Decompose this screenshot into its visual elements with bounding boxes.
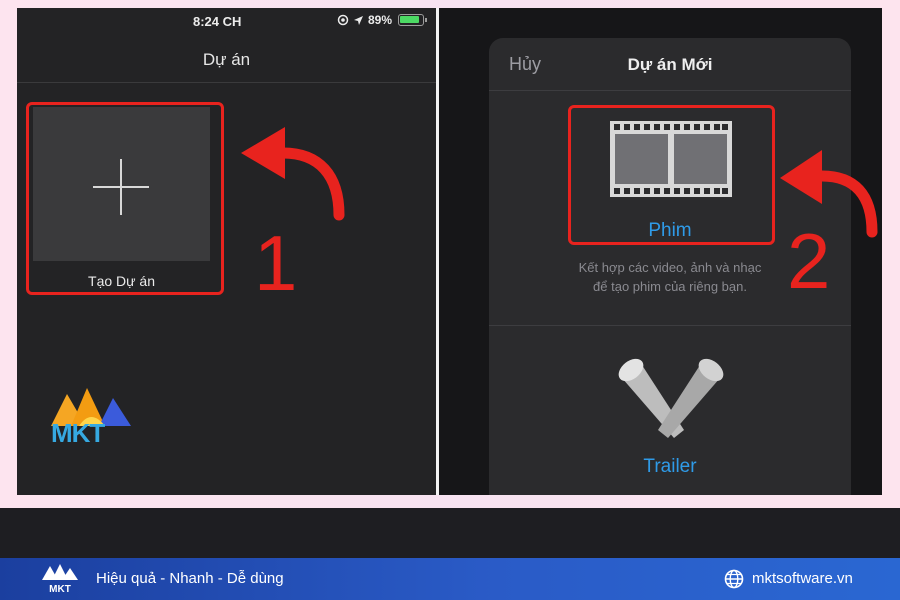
location-icon [337,14,349,26]
battery-icon [398,14,428,26]
left-phone-screen: 8:24 CH 89% Dự án Tạo Dự án 1 MKT [17,8,436,495]
movie-desc-line-2: để tạo phim của riêng bạn. [593,279,747,294]
status-bar: 8:24 CH 89% [17,8,436,34]
sheet-header: Hủy Dự án Mới [489,38,851,90]
sheet-title: Dự án Mới [627,55,713,74]
sheet-divider-2 [489,325,851,326]
trailer-option-label[interactable]: Trailer [489,456,851,478]
footer-logo-text: MKT [49,584,71,595]
status-time: 8:24 CH [193,14,242,29]
curved-arrow-icon [241,127,345,221]
arrow-icon [354,15,363,25]
movie-desc-line-1: Kết hợp các video, ảnh và nhạc [578,260,762,275]
footer-tagline: Hiệu quả - Nhanh - Dễ dùng [96,570,284,587]
highlight-box-step-2 [568,105,775,245]
right-phone-screen: Hủy Dự án Mới Phim Kết hợp các video, ản… [439,8,882,495]
footer-website-link[interactable]: mktsoftware.vn [752,570,853,587]
nav-divider [17,82,436,83]
footer-logo-icon: MKT [42,564,78,595]
page-title: Dự án [202,50,251,69]
trailer-spotlight-icon[interactable] [614,356,728,448]
sheet-divider [489,90,851,91]
movie-option-description: Kết hợp các video, ảnh và nhạc để tạo ph… [529,258,811,296]
globe-icon [724,569,744,589]
step-number-2: 2 [787,217,831,305]
mkt-logo-text: MKT [51,418,105,448]
step-number-1: 1 [254,219,298,307]
battery-percent: 89% [368,13,393,27]
dark-strip [0,508,900,558]
footer-bar: MKT Hiệu quả - Nhanh - Dễ dùng mktsoftwa… [0,558,900,600]
status-right: 89% [337,13,428,27]
highlight-box-step-1 [26,102,224,295]
